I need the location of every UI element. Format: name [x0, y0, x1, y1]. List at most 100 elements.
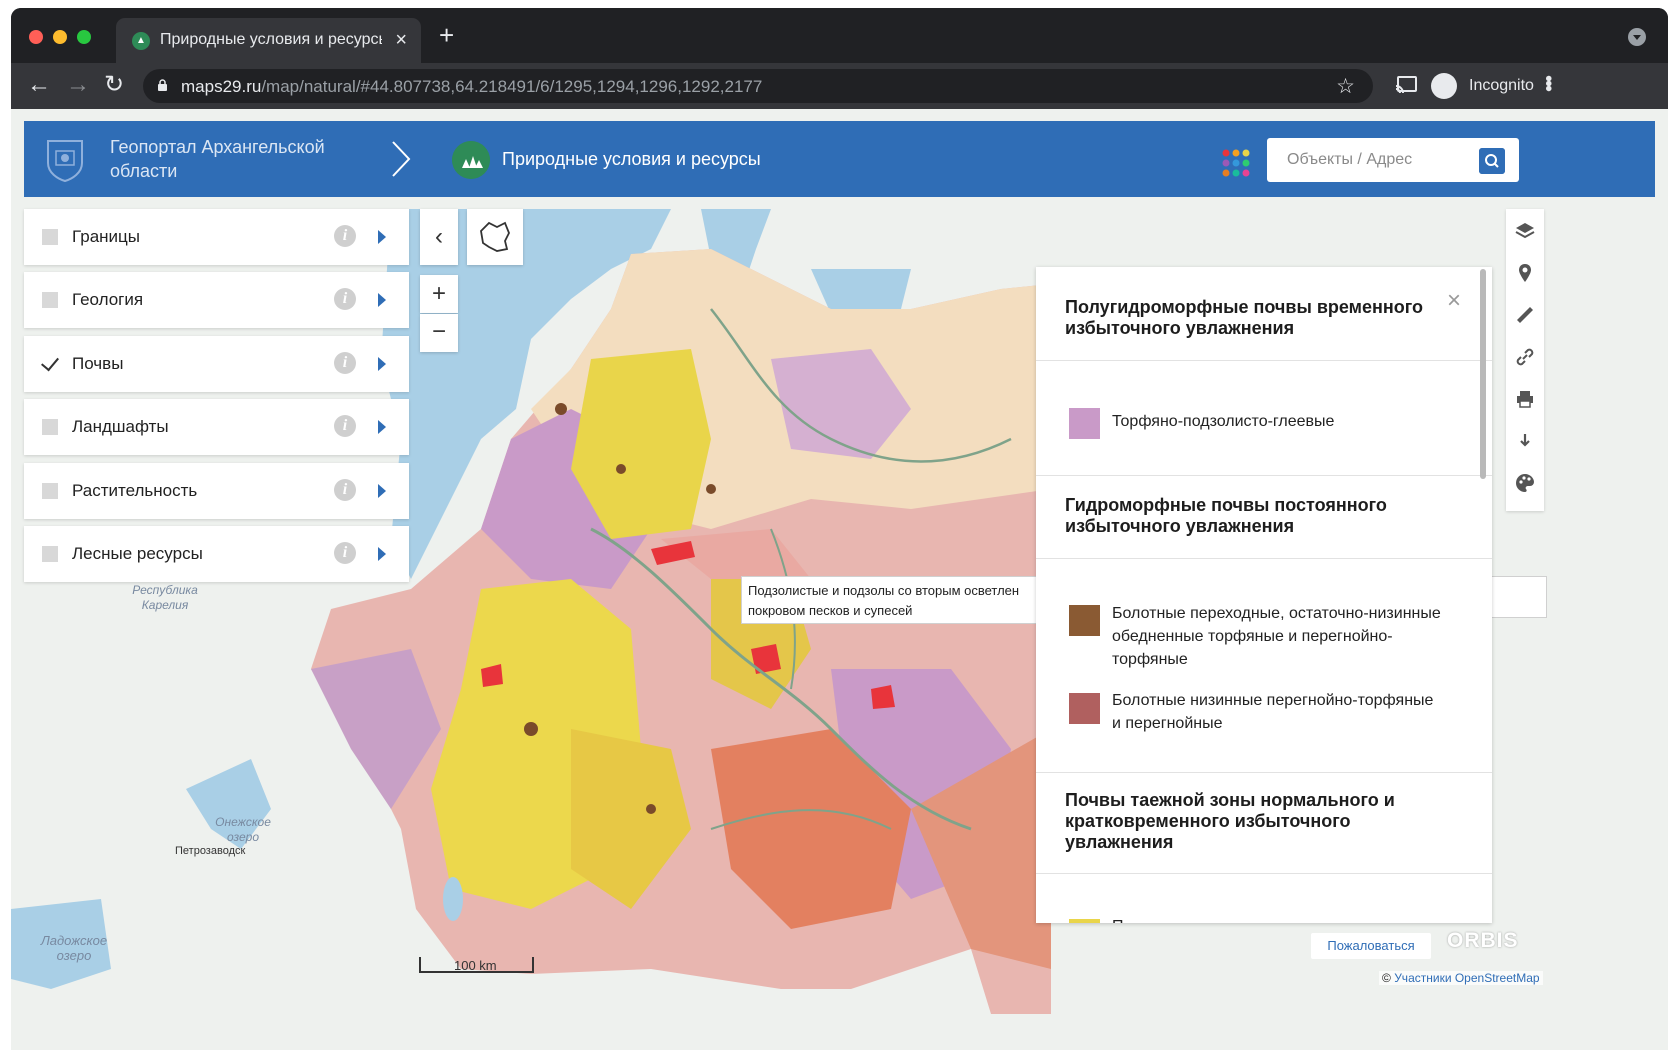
forest-favicon-icon: ▲ — [132, 32, 150, 50]
layer-checkbox-checked[interactable] — [42, 356, 58, 372]
expand-arrow-icon[interactable] — [378, 293, 386, 307]
tooltip-line-1: Подзолистые и подзолы со вторым осветлен — [748, 583, 1020, 598]
legend-divider — [1036, 475, 1492, 476]
maximize-window-button[interactable] — [77, 30, 91, 44]
map-attribution: © Участники OpenStreetMap — [1379, 971, 1543, 985]
legend-swatch — [1069, 408, 1100, 439]
map-label-ladoga: Ладожское озеро — [40, 933, 108, 963]
new-tab-button[interactable]: + — [439, 22, 454, 48]
browser-toolbar: ← → ↻ maps29.ru/map/natural/#44.807738,6… — [11, 63, 1668, 109]
full-extent-button[interactable] — [467, 209, 523, 265]
tab-title: Природные условия и ресурсы — [160, 31, 382, 48]
info-icon[interactable]: i — [334, 225, 356, 247]
info-icon[interactable]: i — [334, 542, 356, 564]
legend-swatch — [1069, 605, 1100, 636]
info-icon[interactable]: i — [334, 415, 356, 437]
tab-close-icon[interactable]: × — [395, 29, 407, 52]
layer-checkbox[interactable] — [42, 292, 58, 308]
browser-menu-icon[interactable]: ••• — [1537, 75, 1559, 90]
link-icon[interactable] — [1515, 347, 1535, 367]
legend-item-label: Торфяно-подзолисто-глеевые — [1112, 413, 1335, 430]
soil-red-patch-4 — [871, 685, 895, 709]
layer-item-geology[interactable]: Геология i — [24, 272, 409, 328]
legend-item-label: Болотные низинные перегнойно-торфяные и … — [1112, 692, 1434, 732]
download-icon[interactable] — [1515, 431, 1535, 451]
location-pin-icon[interactable] — [1515, 263, 1535, 283]
zoom-out-button[interactable]: − — [420, 314, 458, 352]
layer-label: Почвы — [72, 354, 124, 373]
layer-checkbox[interactable] — [42, 419, 58, 435]
scale-label: 100 km — [454, 958, 497, 973]
layer-item-vegetation[interactable]: Растительность i — [24, 463, 409, 519]
layer-label: Геология — [72, 290, 144, 309]
soil-brown-dot-3 — [524, 722, 538, 736]
close-window-button[interactable] — [29, 30, 43, 44]
info-icon[interactable]: i — [334, 479, 356, 501]
print-icon[interactable] — [1515, 389, 1535, 409]
url-text: maps29.ru/map/natural/#44.807738,64.2184… — [181, 77, 762, 97]
expand-arrow-icon[interactable] — [378, 230, 386, 244]
osm-attribution-link[interactable]: Участники OpenStreetMap — [1394, 971, 1539, 985]
legend-item-label-partial: П — [1112, 915, 1442, 923]
breadcrumb-chevron-icon — [392, 141, 411, 177]
incognito-icon — [1431, 73, 1457, 99]
layer-checkbox[interactable] — [42, 483, 58, 499]
coat-of-arms-icon[interactable] — [42, 135, 88, 183]
layer-item-soils[interactable]: Почвы i — [24, 336, 409, 392]
portal-title[interactable]: Геопортал Архангельской области — [110, 135, 350, 183]
collapse-panel-button[interactable]: ‹ — [420, 209, 458, 265]
tooltip-line-2: покровом песков и супесей — [748, 603, 913, 618]
cast-icon[interactable] — [1395, 76, 1417, 94]
expand-arrow-icon[interactable] — [378, 484, 386, 498]
url-path: /map/natural/#44.807738,64.218491/6/1295… — [261, 77, 763, 96]
layer-item-forest-resources[interactable]: Лесные ресурсы i — [24, 526, 409, 582]
layer-label: Ландшафты — [72, 417, 169, 436]
zoom-in-button[interactable]: + — [420, 275, 458, 313]
incognito-label: Incognito — [1469, 77, 1534, 94]
address-bar[interactable]: maps29.ru/map/natural/#44.807738,64.2184… — [143, 69, 1373, 103]
legend-swatch — [1069, 919, 1100, 923]
legend-section-title: Гидроморфные почвы постоянного избыточно… — [1065, 495, 1387, 536]
info-icon[interactable]: i — [334, 288, 356, 310]
reload-button[interactable]: ↻ — [104, 71, 124, 99]
browser-window: ▲ Природные условия и ресурсы × + ← → ↻ … — [11, 8, 1668, 1050]
map-feature-tooltip: Подзолистые и подзолы со вторым осветлен… — [741, 576, 1041, 624]
map-label-petrozavodsk: Петрозаводск — [175, 845, 246, 857]
layer-checkbox[interactable] — [42, 546, 58, 562]
search-icon[interactable] — [1479, 148, 1505, 174]
legend-scrollbar[interactable] — [1480, 269, 1486, 479]
forward-button[interactable]: → — [66, 71, 90, 99]
soil-brown-dot-2 — [616, 464, 626, 474]
browser-tab[interactable]: ▲ Природные условия и ресурсы × — [116, 18, 421, 63]
ruler-icon[interactable] — [1515, 305, 1535, 325]
expand-arrow-icon[interactable] — [378, 420, 386, 434]
tab-strip: ▲ Природные условия и ресурсы × + — [11, 8, 1668, 63]
tab-search-icon[interactable] — [1628, 28, 1646, 46]
legend-divider — [1036, 558, 1492, 559]
search-input[interactable] — [1267, 138, 1467, 182]
minimize-window-button[interactable] — [53, 30, 67, 44]
page-content: Геопортал Архангельской области Природны… — [11, 109, 1668, 1050]
apps-grid-icon[interactable] — [1220, 147, 1252, 179]
layer-checkbox[interactable] — [42, 229, 58, 245]
layer-item-borders[interactable]: Границы i — [24, 209, 409, 265]
layer-label: Лесные ресурсы — [72, 544, 203, 563]
layers-icon[interactable] — [1515, 221, 1535, 241]
report-button[interactable]: Пожаловаться — [1311, 933, 1431, 959]
layer-item-landscapes[interactable]: Ландшафты i — [24, 399, 409, 455]
legend-item-label: Болотные переходные, остаточно-низинные … — [1112, 605, 1441, 668]
expand-arrow-icon[interactable] — [378, 547, 386, 561]
expand-arrow-icon[interactable] — [378, 357, 386, 371]
attribution-prefix: © — [1382, 971, 1391, 985]
lock-icon — [158, 79, 167, 91]
palette-icon[interactable] — [1515, 473, 1535, 493]
legend-close-icon[interactable]: × — [1447, 289, 1461, 313]
layer-label: Растительность — [72, 481, 198, 500]
info-icon[interactable]: i — [334, 352, 356, 374]
map-label-karelia: Республика Карелия — [132, 583, 198, 612]
app-header: Геопортал Архангельской области Природны… — [24, 121, 1655, 197]
map-label-onega: Онежское озеро — [215, 815, 271, 844]
bookmark-star-icon[interactable]: ☆ — [1336, 74, 1355, 99]
back-button[interactable]: ← — [27, 71, 51, 99]
search-box — [1267, 138, 1519, 182]
